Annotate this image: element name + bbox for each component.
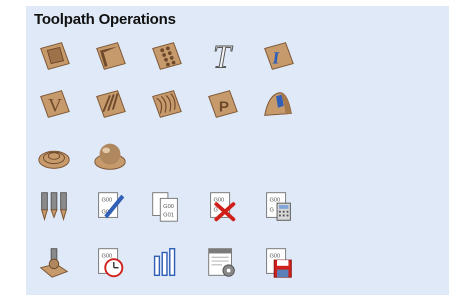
svg-text:P: P: [219, 99, 229, 116]
svg-text:G00: G00: [101, 253, 112, 259]
svg-text:G01: G01: [163, 212, 174, 218]
svg-text:G: G: [213, 208, 217, 214]
svg-text:V: V: [48, 96, 62, 117]
drilling-icon[interactable]: [146, 36, 186, 76]
save-toolpaths-icon[interactable]: G00: [258, 242, 298, 282]
toolpath-templates-icon[interactable]: [146, 242, 186, 282]
edit-post-processor-icon[interactable]: G00G01: [90, 186, 130, 226]
3d-finishing-icon[interactable]: [90, 136, 130, 176]
panel-title: Toolpath Operations: [34, 11, 176, 28]
merge-toolpaths-icon[interactable]: G00 G01: [146, 186, 186, 226]
delete-toolpaths-icon[interactable]: G00 G: [202, 186, 242, 226]
v-carve-icon[interactable]: V: [34, 84, 74, 124]
svg-text:G00: G00: [269, 253, 280, 259]
svg-text:G00: G00: [269, 197, 280, 203]
toolpath-summary-icon[interactable]: G00 G: [258, 186, 298, 226]
tool-database-icon[interactable]: [34, 186, 74, 226]
svg-text:G00: G00: [101, 197, 112, 203]
toolpath-operations-panel: Toolpath Operations T I V P G00 G00 G01 …: [26, 6, 449, 295]
inlay-icon[interactable]: I: [258, 36, 298, 76]
fluting-icon[interactable]: [90, 84, 130, 124]
quick-engrave-icon[interactable]: T: [202, 36, 242, 76]
svg-text:G: G: [269, 208, 273, 214]
3d-roughing-icon[interactable]: [34, 136, 74, 176]
svg-text:G00: G00: [163, 204, 174, 210]
texture-icon[interactable]: [146, 84, 186, 124]
svg-text:G00: G00: [213, 197, 224, 203]
2d-profile-icon[interactable]: [34, 36, 74, 76]
job-setup-icon[interactable]: [202, 242, 242, 282]
pocket-icon[interactable]: [90, 36, 130, 76]
svg-text:T: T: [213, 38, 233, 74]
machining-time-icon[interactable]: G00: [90, 242, 130, 282]
prism-carve-icon[interactable]: P: [202, 84, 242, 124]
preview-toolpaths-icon[interactable]: [34, 242, 74, 282]
moulding-icon[interactable]: [258, 84, 298, 124]
